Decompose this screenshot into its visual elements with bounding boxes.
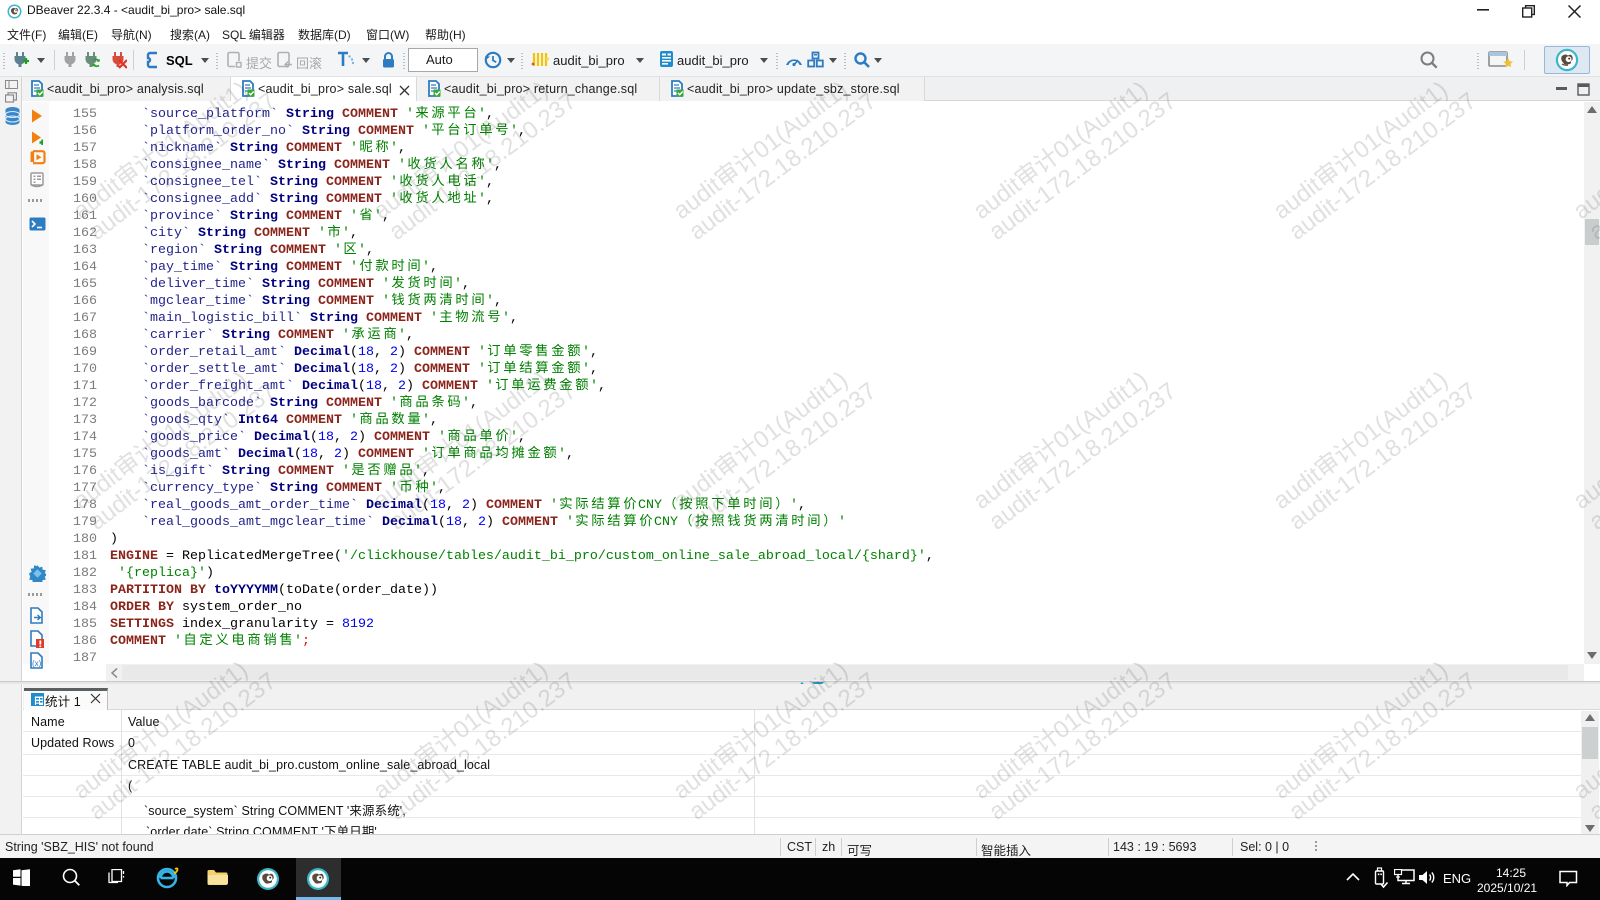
svg-text:(x): (x) — [32, 659, 42, 668]
